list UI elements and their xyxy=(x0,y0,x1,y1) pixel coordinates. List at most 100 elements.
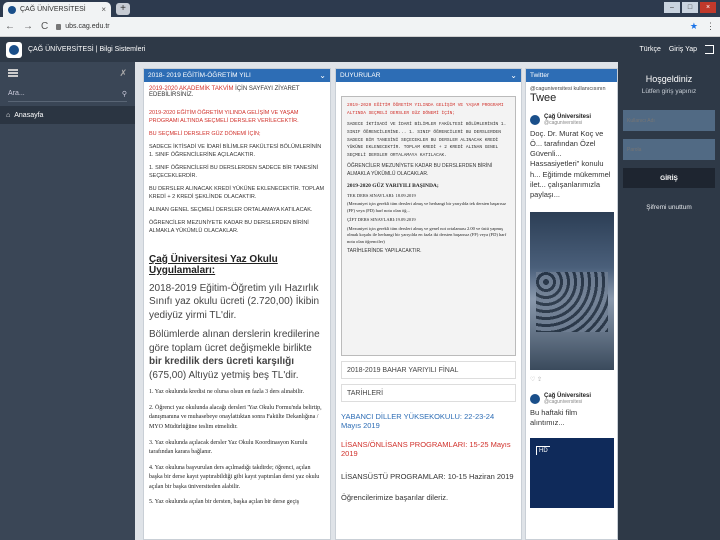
app-title: ÇAĞ ÜNİVERSİTESİ | Bilgi Sistemleri xyxy=(28,46,146,53)
tweet-photo[interactable] xyxy=(530,211,614,370)
lock-icon xyxy=(56,23,62,30)
new-tab-button[interactable]: + xyxy=(116,3,130,15)
credit-fee-text: Bölümlerde alınan derslerin kredilerine … xyxy=(149,329,320,354)
sidebar-search[interactable]: Ara... ⚲ xyxy=(8,86,127,102)
rule-item: 1. Yaz okulunda kredisi ne olursa olsun … xyxy=(149,389,304,396)
login-button[interactable]: GİRİŞ xyxy=(623,168,715,188)
announcement-text: TEK DERS SINAVLARI: 18.09.2019 xyxy=(347,192,416,198)
tweet-author-name: Çağ Üniversitesi xyxy=(544,392,592,399)
twitter-intro: @caguniversitesi kullanıcısının Twee xyxy=(530,86,613,104)
calendar-notice: 2019-2020 AKADEMİK TAKVİM İÇİN SAYFAYI Z… xyxy=(149,86,325,98)
academic-year-panel: 2018- 2019 EĞİTİM-ÖĞRETİM YILI ⌄ 2019-20… xyxy=(143,68,331,540)
reload-icon[interactable]: C xyxy=(41,21,48,32)
rule-item: 3. Yaz okulunda açılacak dersler Yaz Oku… xyxy=(149,439,308,456)
forgot-password-link[interactable]: Şifremi unuttum xyxy=(623,204,715,211)
announcement-text: (Mezuniyet için gerekli tüm dersleri alm… xyxy=(347,225,507,245)
announcement-text: 2019-2020 EĞİTİM ÖĞRETİM YILINDA GELİŞİM… xyxy=(347,103,504,116)
university-logo xyxy=(6,41,22,58)
back-icon[interactable]: ← xyxy=(5,21,15,32)
credit-fee-amount: (675,00) Altıyüz yetmiş beş TL'dir. xyxy=(149,369,299,381)
pin-icon[interactable]: ✗ xyxy=(119,68,127,79)
notice-paragraph: SADECE İKTİSADİ VE İDARİ BİLİMLER FAKÜLT… xyxy=(149,143,322,158)
announcement-row[interactable]: TARİHLERİ xyxy=(341,384,516,402)
credit-fee-paragraph: Bölümlerde alınan derslerin kredilerine … xyxy=(149,328,325,382)
closing-line: Öğrencilerimize başarılar dileriz. xyxy=(341,493,449,502)
url-text: ubs.cag.edu.tr xyxy=(65,23,110,30)
forward-icon[interactable]: → xyxy=(23,21,33,32)
header-actions: Türkçe Giriş Yap xyxy=(639,45,714,54)
username-field[interactable] xyxy=(623,110,715,131)
home-icon: ⌂ xyxy=(6,111,11,119)
sidebar-item-home[interactable]: ⌂ Anasayfa xyxy=(0,106,135,124)
chevron-down-icon[interactable]: ⌄ xyxy=(510,71,517,80)
login-link[interactable]: Giriş Yap xyxy=(669,46,697,53)
announcement-image: 2019-2020 EĞİTİM ÖĞRETİM YILINDA GELİŞİM… xyxy=(341,96,516,356)
avatar xyxy=(530,115,540,125)
notice-paragraph: ALINAN GENEL SEÇMELİ DERSLER ORTALAMAYA … xyxy=(149,206,313,213)
tab-title: ÇAĞ ÜNİVERSİTESİ xyxy=(20,6,86,13)
announcement-text: SADECE İKTİSADİ VE İDARİ BİLİMLER FAKÜLT… xyxy=(347,122,507,158)
maximize-button[interactable]: □ xyxy=(682,2,698,13)
tweet-actions[interactable]: ♡ ⇪ xyxy=(530,376,613,383)
announcement-text: TARİHLERİNDE YAPILACAKTIR. xyxy=(347,247,422,254)
login-icon[interactable] xyxy=(705,45,714,54)
search-input[interactable]: Ara... xyxy=(8,90,25,97)
exam-date-line: LİSANSÜSTÜ PROGRAMLAR: 10-15 Haziran 201… xyxy=(341,472,514,481)
panel-header[interactable]: 2018- 2019 EĞİTİM-ÖĞRETİM YILI ⌄ xyxy=(144,69,330,82)
panel-header: Twitter xyxy=(526,69,617,82)
twitter-panel: Twitter @caguniversitesi kullanıcısının … xyxy=(525,68,618,540)
summer-fee-paragraph: 2018-2019 Eğitim-Öğretim yılı Hazırlık S… xyxy=(149,282,320,321)
tweet-author-handle: @caguniversitesi xyxy=(544,120,583,126)
panel-title: 2018- 2019 EĞİTİM-ÖĞRETİM YILI xyxy=(148,72,251,79)
announcement-text: 2019-2020 GÜZ YARIYILI BAŞINDA; xyxy=(347,183,439,190)
browser-menu-icon[interactable]: ⋮ xyxy=(706,21,715,32)
exam-date-line: YABANCI DİLLER YÜKSEKOKULU: 22-23-24 May… xyxy=(341,412,495,430)
tab-close-icon[interactable]: × xyxy=(101,5,106,14)
hamburger-menu-icon[interactable] xyxy=(8,69,18,77)
summer-school-title: Çağ Üniversitesi Yaz Okulu Uygulamaları: xyxy=(149,253,278,276)
tweet-author[interactable]: Çağ Üniversitesi @caguniversitesi xyxy=(530,393,613,405)
tweet-video[interactable]: HD xyxy=(530,438,614,509)
favicon-icon xyxy=(8,5,16,14)
login-subtitle: Lütfen giriş yapınız xyxy=(641,88,697,95)
browser-tabbar: ÇAĞ ÜNİVERSİTESİ × + – □ × xyxy=(0,0,720,17)
login-panel: Hoşgeldiniz Lütfen giriş yapınız GİRİŞ Ş… xyxy=(618,62,720,540)
video-hd-label: HD xyxy=(536,446,550,456)
login-title: Hoşgeldiniz xyxy=(645,74,693,84)
avatar xyxy=(530,393,540,404)
window-controls: – □ × xyxy=(664,2,716,13)
browser-tab[interactable]: ÇAĞ ÜNİVERSİTESİ × xyxy=(3,2,111,17)
announcement-text: (Mezuniyet için gerekli tüm dersleri alm… xyxy=(347,201,506,214)
bookmark-star-icon[interactable]: ★ xyxy=(690,21,698,32)
browser-actions: ★ ⋮ xyxy=(690,21,715,32)
rule-item: 4. Yaz okuluna başvurulan ders açılmadığ… xyxy=(149,464,320,490)
language-link[interactable]: Türkçe xyxy=(639,46,660,53)
tweet-text: Doç. Dr. Murat Koç ve Ö... tarafından Öz… xyxy=(530,129,611,199)
rule-item: 5. Yaz okulunda açılan bir dersten, başk… xyxy=(149,499,300,506)
tweet-author[interactable]: Çağ Üniversitesi @caguniversitesi xyxy=(530,114,613,126)
password-field[interactable] xyxy=(623,139,715,160)
twitter-intro-big: Twee xyxy=(530,92,557,104)
sidebar-toolbar: ✗ xyxy=(0,62,135,84)
address-bar: ← → C ubs.cag.edu.tr ★ ⋮ xyxy=(0,17,720,37)
announcement-text: ÖĞRENCİLER MEZUNİYETE KADAR BU DERSLERDE… xyxy=(347,163,493,177)
panel-title: Twitter xyxy=(530,72,550,79)
search-icon[interactable]: ⚲ xyxy=(122,90,127,98)
tweet-text: Bu haftaki film alıntımız... xyxy=(530,407,578,427)
notice-paragraph: BU DERSLER ALINACAK KREDİ YÜKÜNE EKLENEC… xyxy=(149,185,325,200)
notice-paragraph: BU SEÇMELİ DERSLER GÜZ DÖNEMİ İÇİN; xyxy=(149,130,261,137)
url-field[interactable]: ubs.cag.edu.tr xyxy=(56,23,110,30)
sidebar-item-label: Anasayfa xyxy=(14,111,44,119)
window-close-button[interactable]: × xyxy=(700,2,716,13)
minimize-button[interactable]: – xyxy=(664,2,680,13)
notice-paragraph: ÖĞRENCİLER MEZUNİYETE KADAR BU DERSLERDE… xyxy=(149,219,309,234)
credit-fee-bold: bir kredilik ders ücreti karşılığı xyxy=(149,356,295,368)
chevron-down-icon[interactable]: ⌄ xyxy=(319,71,326,80)
sidebar: ✗ Ara... ⚲ ⌂ Anasayfa xyxy=(0,62,135,540)
notice-paragraph: 1. SINIF ÖĞRENCİLERİ BU DERSLERDEN SADEC… xyxy=(149,164,319,179)
panel-header[interactable]: DUYURULAR ⌄ xyxy=(336,69,521,82)
notice-paragraph: 2019-2020 EĞİTİM ÖĞRETİM YILINDA GELİŞİM… xyxy=(149,110,299,124)
rule-item: 2. Öğrenci yaz okulunda alacağı dersleri… xyxy=(149,404,322,430)
panel-title: DUYURULAR xyxy=(340,72,381,79)
announcement-row[interactable]: 2018-2019 BAHAR YARIYILI FİNAL xyxy=(341,361,516,379)
